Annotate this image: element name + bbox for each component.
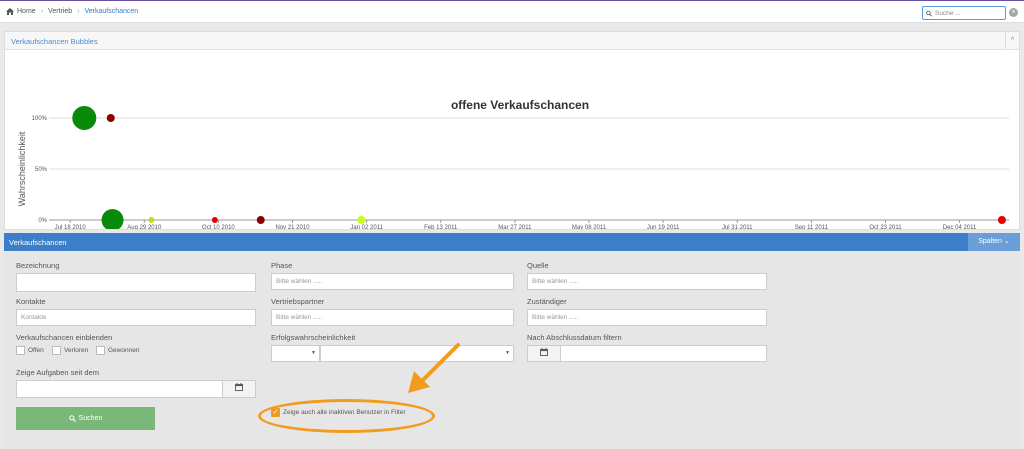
verloren-checkbox[interactable] <box>52 346 61 355</box>
vertriebspartner-select[interactable] <box>271 309 514 326</box>
phase-select[interactable] <box>271 273 514 290</box>
breadcrumb-home[interactable]: Home <box>17 8 36 15</box>
search-icon <box>68 415 76 422</box>
bubble-chart: offene Verkaufschancen 0% 50% 100% Jul 18 20… <box>17 98 1009 229</box>
x-tick-label: Mar 27 2011 <box>498 225 532 229</box>
bezeichnung-field[interactable] <box>16 273 256 292</box>
calendar-icon <box>235 383 243 391</box>
chevron-up-icon[interactable]: ^ <box>1005 32 1019 49</box>
caret-down-icon: ▼ <box>311 350 316 356</box>
y-tick-label: 50% <box>35 167 48 173</box>
filter-form: Bezeichnung Kontakte Verkaufschancen ein… <box>4 251 1020 449</box>
y-tick-label: 0% <box>38 218 47 224</box>
columns-button[interactable]: Spalten ⌄ <box>968 233 1020 251</box>
quelle-label: Quelle <box>527 261 549 270</box>
offen-label: Offen <box>28 347 44 354</box>
x-tick-label: Aug 29 2010 <box>127 225 162 229</box>
chevron-right-icon: › <box>77 8 80 15</box>
bubble-point <box>211 217 218 223</box>
list-panel-header: Verkaufschancen Spalten ⌄ <box>4 233 1020 251</box>
search-input[interactable] <box>935 9 1005 17</box>
top-bar: Home › Vertrieb › Verkaufschancen × <box>0 1 1024 23</box>
offen-checkbox[interactable] <box>16 346 25 355</box>
x-tick-label: Jul 18 2010 <box>55 225 87 229</box>
quelle-select[interactable] <box>527 273 767 290</box>
bubble-panel: Verkaufschancen Bubbles ^ offene Verkauf… <box>4 31 1020 230</box>
x-tick-label: Sep 11 2011 <box>795 225 829 229</box>
search-button[interactable]: Suchen <box>16 407 155 430</box>
verloren-label: Verloren <box>64 347 89 354</box>
bezeichnung-label: Bezeichnung <box>16 261 60 270</box>
phase-input[interactable] <box>272 274 513 289</box>
zustaendiger-select[interactable] <box>527 309 767 326</box>
kontakte-field[interactable] <box>16 309 256 326</box>
bubble-point <box>72 106 97 130</box>
abschluss-date-input[interactable] <box>561 346 766 361</box>
gewonnen-label: Gewonnen <box>108 347 140 354</box>
bubble-point <box>106 114 115 122</box>
calendar-button[interactable] <box>527 345 561 362</box>
erfolg-label: Erfolgswahrscheinlichkeit <box>271 333 356 342</box>
bubble-panel-title: Verkaufschancen Bubbles <box>11 37 98 46</box>
breadcrumb-vertrieb[interactable]: Vertrieb <box>48 8 72 15</box>
gewonnen-checkbox[interactable] <box>96 346 105 355</box>
kontakte-label: Kontakte <box>16 297 46 306</box>
zustaendiger-input[interactable] <box>528 310 766 325</box>
aufgaben-label: Zeige Aufgaben seit dem <box>16 368 99 377</box>
bubble-point <box>357 216 366 224</box>
abschluss-date-field[interactable] <box>560 345 767 362</box>
close-icon[interactable]: × <box>1009 8 1018 17</box>
chevron-down-icon: ⌄ <box>1003 238 1010 245</box>
x-tick-label: Jul 31 2011 <box>722 225 753 229</box>
bubble-panel-header: Verkaufschancen Bubbles ^ <box>5 32 1019 50</box>
chevron-right-icon: › <box>40 8 44 15</box>
breadcrumb: Home › Vertrieb › Verkaufschancen <box>6 8 138 15</box>
y-tick-label: 100% <box>32 116 48 122</box>
highlight-ellipse <box>258 399 435 433</box>
x-tick-label: Oct 10 2010 <box>202 225 235 229</box>
columns-button-label: Spalten <box>978 238 1002 245</box>
x-tick-label: Feb 13 2011 <box>424 225 458 229</box>
aufgaben-date-input[interactable] <box>17 381 222 397</box>
quelle-input[interactable] <box>528 274 766 289</box>
vertriebspartner-label: Vertriebspartner <box>271 297 325 306</box>
home-icon <box>6 8 14 15</box>
breadcrumb-current[interactable]: Verkaufschancen <box>85 8 139 15</box>
x-tick-label: May 08 2011 <box>572 225 607 229</box>
zustaendiger-label: Zuständiger <box>527 297 567 306</box>
bezeichnung-input[interactable] <box>17 274 255 291</box>
bubble-point <box>997 216 1006 224</box>
y-axis-label: Wahrscheinlichkeit <box>17 131 27 206</box>
vertriebspartner-input[interactable] <box>272 310 513 325</box>
chart-title: offene Verkaufschancen <box>451 98 589 112</box>
einblenden-label: Verkaufschancen einblenden <box>16 333 113 342</box>
calendar-button[interactable] <box>222 380 256 398</box>
x-tick-label: Jun 19 2011 <box>647 225 680 229</box>
kontakte-input[interactable] <box>17 310 255 325</box>
aufgaben-date-field[interactable] <box>16 380 223 398</box>
x-tick-label: Dec 04 2011 <box>943 225 977 229</box>
x-tick-label: Jan 02 2011 <box>350 225 383 229</box>
bubble-point <box>256 216 265 224</box>
abschluss-label: Nach Abschlussdatum filtern <box>527 333 622 342</box>
erfolg-operator-select[interactable]: ▼ <box>271 345 320 362</box>
bubble-point <box>148 217 155 223</box>
search-icon <box>926 10 932 16</box>
bubble-point <box>101 209 124 229</box>
phase-label: Phase <box>271 261 293 270</box>
list-panel-title: Verkaufschancen <box>9 238 67 247</box>
search-box[interactable] <box>922 6 1006 20</box>
calendar-icon <box>540 348 548 356</box>
x-tick-label: Oct 23 2011 <box>869 225 902 229</box>
caret-down-icon: ▼ <box>505 350 510 356</box>
search-button-label: Suchen <box>78 415 103 422</box>
arrow-annotation-icon <box>408 343 460 393</box>
x-tick-label: Nov 21 2010 <box>276 225 311 229</box>
